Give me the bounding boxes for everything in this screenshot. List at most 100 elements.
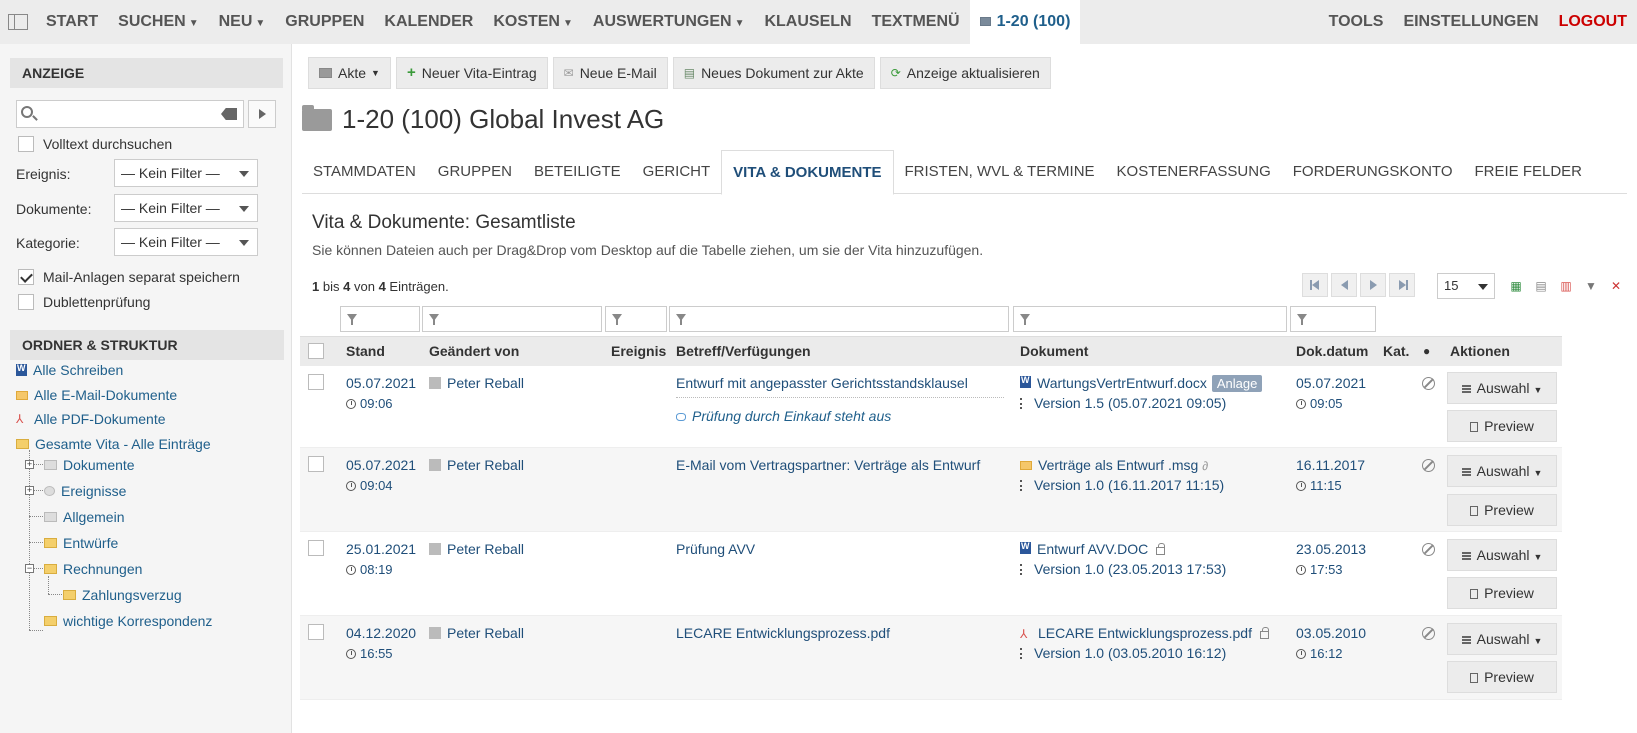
col-stand[interactable]: Stand [346,343,385,359]
preview-button[interactable]: Preview [1447,410,1557,442]
nav-gruppen[interactable]: GRUPPEN [275,0,374,44]
row-checkbox[interactable] [308,374,324,390]
sidebar-search-input[interactable] [41,103,211,125]
csv-export-icon[interactable]: ▤ [1533,277,1549,295]
nav-klauseln[interactable]: KLAUSELN [754,0,861,44]
filter-stand[interactable] [340,306,420,332]
volltext-checkbox[interactable] [18,136,34,152]
row-checkbox[interactable] [308,456,324,472]
table-row[interactable]: 25.01.2021 08:19 Peter Reball Prüfung AV… [300,532,1562,616]
next-page-button[interactable] [1360,273,1386,297]
tab-vita-dokumente[interactable]: VITA & DOKUMENTE [721,150,894,195]
nav-textmenu[interactable]: TEXTMENÜ [862,0,970,44]
tab-gruppen[interactable]: GRUPPEN [427,150,523,194]
prev-page-button[interactable] [1331,273,1357,297]
last-page-button[interactable] [1389,273,1415,297]
nav-active-akte[interactable]: 1-20 (100) [969,0,1081,44]
auswahl-button[interactable]: Auswahl ▼ [1447,372,1557,404]
page-size-select[interactable]: 15 [1437,273,1495,299]
filter-dokdatum[interactable] [1290,306,1376,332]
filter-icon[interactable]: ▼ [1583,277,1599,295]
filter-geaendert[interactable] [422,306,602,332]
search-go-button[interactable] [248,100,276,128]
row-version[interactable]: Version 1.0 (23.05.2013 17:53) [1020,561,1226,577]
tree-alle-email[interactable]: Alle E-Mail-Dokumente [16,387,177,403]
nav-einstellungen[interactable]: EINSTELLUNGEN [1393,0,1548,44]
ereignis-select[interactable]: — Kein Filter — [114,159,258,187]
tree-ereignisse[interactable]: Ereignisse [44,483,126,499]
akte-button[interactable]: Akte ▼ [308,57,391,89]
nav-tools[interactable]: TOOLS [1319,0,1394,44]
row-user[interactable]: Peter Reball [429,457,524,473]
tree-rechnungen[interactable]: Rechnungen [44,561,142,577]
auswahl-button[interactable]: Auswahl ▼ [1447,623,1557,655]
auswahl-button[interactable]: Auswahl ▼ [1447,539,1557,571]
tree-allgemein[interactable]: Allgemein [44,509,124,525]
preview-button[interactable]: Preview [1447,577,1557,609]
collapse-icon[interactable]: − [25,564,34,573]
pdf-export-icon[interactable]: ▥ [1558,277,1574,295]
tab-fristen[interactable]: FRISTEN, WVL & TERMINE [894,150,1106,194]
row-user[interactable]: Peter Reball [429,625,524,641]
filter-dokument[interactable] [1013,306,1287,332]
row-version[interactable]: Version 1.0 (03.05.2010 16:12) [1020,645,1226,661]
col-kat[interactable]: Kat. [1383,343,1409,359]
col-dokdatum[interactable]: Dok.datum [1296,343,1368,359]
preview-button[interactable]: Preview [1447,494,1557,526]
neuer-vita-eintrag-button[interactable]: + Neuer Vita-Eintrag [395,57,548,89]
col-ereignis[interactable]: Ereignis [611,343,666,359]
row-checkbox[interactable] [308,624,324,640]
excel-export-icon[interactable]: ▦ [1508,277,1524,295]
nav-neu[interactable]: NEU ▼ [209,0,276,44]
expand-icon[interactable]: + [25,460,34,469]
tree-entwuerfe[interactable]: Entwürfe [44,535,118,551]
filter-betreff[interactable] [669,306,1009,332]
tab-forderungskonto[interactable]: FORDERUNGSKONTO [1282,150,1464,194]
col-dokument[interactable]: Dokument [1020,343,1088,359]
mail-anlagen-checkbox[interactable] [18,269,34,285]
row-betreff[interactable]: Entwurf mit angepasster Gerichtsstandskl… [676,375,968,391]
dubletten-row[interactable]: Dublettenprüfung [18,294,150,310]
table-row[interactable]: 05.07.2021 09:04 Peter Reball E-Mail vom… [300,448,1562,532]
row-betreff[interactable]: E-Mail vom Vertragspartner: Verträge als… [676,457,980,473]
nav-suchen[interactable]: SUCHEN ▼ [108,0,208,44]
select-all-checkbox[interactable] [308,343,324,359]
nav-start[interactable]: START [36,0,108,44]
clear-filter-icon[interactable]: ✕ [1608,277,1624,295]
row-betreff[interactable]: LECARE Entwicklungsprozess.pdf [676,625,890,641]
row-document[interactable]: Entwurf AVV.DOC [1020,541,1166,557]
filter-ereignis[interactable] [605,306,667,332]
table-row[interactable]: 05.07.2021 09:06 Peter Reball Entwurf mi… [300,366,1562,448]
tree-alle-schreiben[interactable]: Alle Schreiben [16,362,123,378]
row-betreff[interactable]: Prüfung AVV [676,541,755,557]
row-document[interactable]: WartungsVertrEntwurf.docxAnlage [1020,375,1263,392]
neues-dokument-button[interactable]: ▤ Neues Dokument zur Akte [672,57,875,89]
expand-icon[interactable]: + [25,486,34,495]
nav-logout[interactable]: LOGOUT [1549,0,1637,44]
nav-auswertungen[interactable]: AUSWERTUNGEN ▼ [583,0,755,44]
col-betreff[interactable]: Betreff/Verfügungen [676,343,811,359]
row-checkbox[interactable] [308,540,324,556]
anzeige-aktualisieren-button[interactable]: ⟳ Anzeige aktualisieren [879,57,1051,89]
nav-kalender[interactable]: KALENDER [374,0,483,44]
tree-dokumente[interactable]: Dokumente [44,457,135,473]
row-version[interactable]: Version 1.0 (16.11.2017 11:15) [1020,477,1224,493]
col-geaendert[interactable]: Geändert von [429,343,519,359]
dokumente-select[interactable]: — Kein Filter — [114,194,258,222]
tree-gesamte-vita[interactable]: Gesamte Vita - Alle Einträge [16,436,211,452]
clear-icon[interactable] [221,108,237,120]
nav-kosten[interactable]: KOSTEN ▼ [483,0,583,44]
auswahl-button[interactable]: Auswahl ▼ [1447,455,1557,487]
row-document[interactable]: ⅄ LECARE Entwicklungsprozess.pdf [1020,625,1269,641]
kategorie-select[interactable]: — Kein Filter — [114,228,258,256]
tab-kostenerfassung[interactable]: KOSTENERFASSUNG [1106,150,1282,194]
tab-stammdaten[interactable]: STAMMDATEN [302,150,427,194]
tree-zahlungsverzug[interactable]: Zahlungsverzug [63,587,182,603]
dubletten-checkbox[interactable] [18,294,34,310]
tab-freie-felder[interactable]: FREIE FELDER [1463,150,1593,194]
row-user[interactable]: Peter Reball [429,541,524,557]
tree-alle-pdf[interactable]: ⅄ Alle PDF-Dokumente [16,411,166,427]
tab-gericht[interactable]: GERICHT [632,150,722,194]
mail-anlagen-row[interactable]: Mail-Anlagen separat speichern [18,269,240,285]
first-page-button[interactable] [1302,273,1328,297]
